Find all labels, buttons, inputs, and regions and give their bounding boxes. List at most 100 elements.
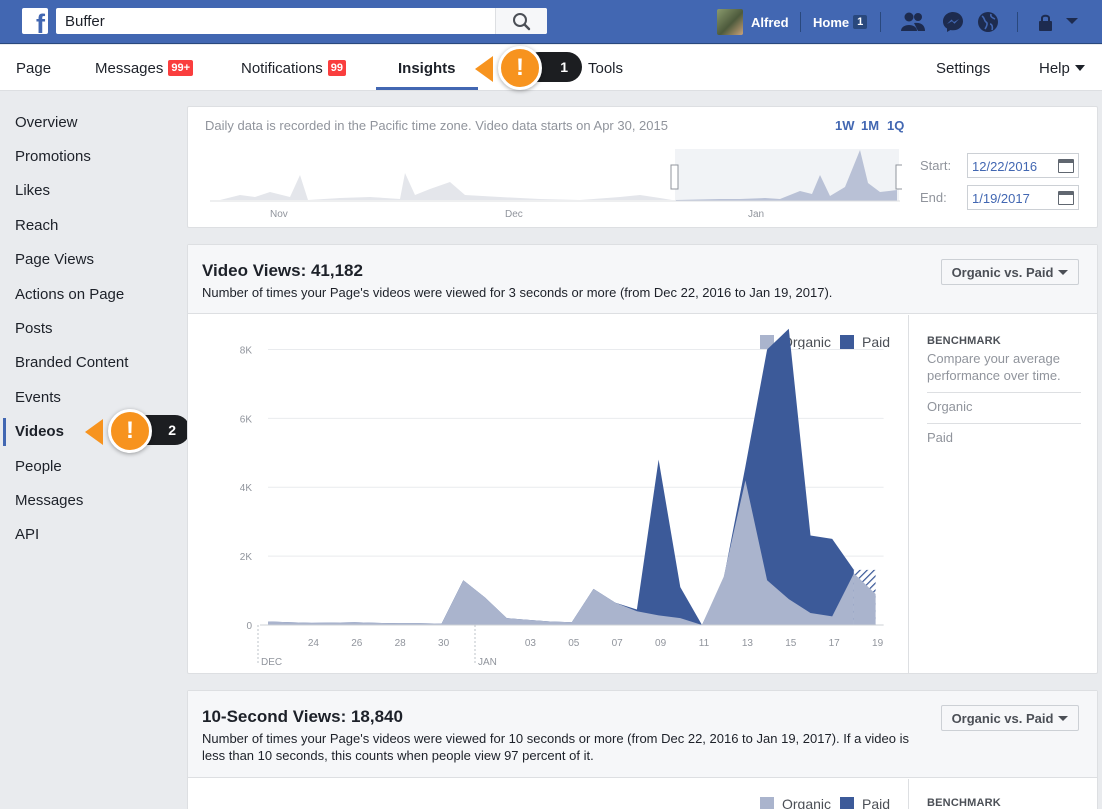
callout-2-pointer bbox=[85, 419, 103, 445]
timeline-handle-left bbox=[671, 165, 678, 189]
messenger-icon[interactable] bbox=[941, 10, 965, 34]
benchmark-description: Compare your average performance over ti… bbox=[927, 350, 1077, 384]
callout-1-alert-icon: ! bbox=[498, 46, 542, 90]
sidebar-item-messages[interactable]: Messages bbox=[0, 483, 180, 517]
y-tick-label: 4K bbox=[240, 483, 253, 494]
benchmark-paid-option[interactable]: Paid bbox=[927, 430, 953, 445]
range-1q-button[interactable]: 1Q bbox=[887, 118, 904, 133]
timeline-month-nov: Nov bbox=[270, 209, 288, 220]
video-views-header: Video Views: 41,182 Number of times your… bbox=[188, 245, 1097, 314]
end-date-input[interactable]: 1/19/2017 bbox=[967, 185, 1079, 210]
sidebar-item-page-views[interactable]: Page Views bbox=[0, 243, 180, 277]
sidebar-item-likes[interactable]: Likes bbox=[0, 174, 180, 208]
organic-vs-paid-dropdown[interactable]: Organic vs. Paid bbox=[941, 705, 1079, 731]
start-date-input[interactable]: 12/22/2016 bbox=[967, 153, 1079, 178]
end-date-label: End: bbox=[920, 190, 947, 205]
profile-link[interactable]: Alfred bbox=[717, 0, 789, 44]
tab-help-label: Help bbox=[1039, 60, 1070, 77]
callout-2-alert-icon: ! bbox=[108, 409, 152, 453]
benchmark-title: BENCHMARK bbox=[927, 797, 1001, 809]
tab-insights[interactable]: Insights bbox=[398, 45, 456, 91]
calendar-icon[interactable] bbox=[1058, 191, 1074, 205]
sidebar-item-overview[interactable]: Overview bbox=[0, 105, 180, 139]
globe-icon[interactable] bbox=[976, 10, 1000, 34]
x-tick-label: 19 bbox=[872, 638, 884, 649]
home-label: Home bbox=[813, 15, 849, 30]
sidebar-item-actions-on-page[interactable]: Actions on Page bbox=[0, 277, 180, 311]
divider bbox=[800, 12, 801, 32]
legend-organic-label: Organic bbox=[782, 796, 831, 809]
tab-help[interactable]: Help bbox=[1039, 45, 1085, 91]
tab-settings[interactable]: Settings bbox=[936, 45, 990, 91]
range-1m-button[interactable]: 1M bbox=[861, 118, 879, 133]
legend-paid[interactable]: Paid bbox=[840, 796, 890, 809]
ten-second-views-header: 10-Second Views: 18,840 Number of times … bbox=[188, 691, 1097, 778]
sidebar-item-reach[interactable]: Reach bbox=[0, 208, 180, 242]
sidebar-item-api[interactable]: API bbox=[0, 518, 180, 552]
home-link[interactable]: Home 1 bbox=[813, 0, 867, 44]
benchmark-organic-option[interactable]: Organic bbox=[927, 399, 973, 414]
x-tick-label: 30 bbox=[438, 638, 450, 649]
video-views-chart[interactable]: 02K4K6K8K24262830030507091113151719DECJA… bbox=[188, 315, 906, 673]
timeline-overview-chart[interactable]: Nov Dec Jan bbox=[200, 145, 902, 221]
timeline-handle-right bbox=[896, 165, 902, 189]
video-views-panel: Video Views: 41,182 Number of times your… bbox=[187, 244, 1098, 674]
sidebar-item-promotions[interactable]: Promotions bbox=[0, 139, 180, 173]
ten-second-views-panel: 10-Second Views: 18,840 Number of times … bbox=[187, 690, 1098, 809]
dropdown-label: Organic vs. Paid bbox=[952, 265, 1054, 280]
x-tick-label: 26 bbox=[351, 638, 363, 649]
divider bbox=[927, 392, 1081, 393]
search-bar[interactable]: Buffer bbox=[56, 8, 547, 34]
ten-second-views-description: Number of times your Page's videos were … bbox=[202, 730, 922, 764]
user-name: Alfred bbox=[751, 15, 789, 30]
organic-vs-paid-dropdown[interactable]: Organic vs. Paid bbox=[941, 259, 1079, 285]
facebook-logo-icon[interactable]: f bbox=[22, 8, 48, 34]
legend-paid-label: Paid bbox=[862, 796, 890, 809]
ten-second-views-title: 10-Second Views: 18,840 bbox=[202, 707, 403, 727]
tab-publishing-tools[interactable]: Tools bbox=[588, 45, 623, 91]
search-button[interactable] bbox=[495, 8, 547, 34]
x-tick-label: 11 bbox=[699, 638, 710, 649]
video-views-description: Number of times your Page's videos were … bbox=[202, 284, 832, 301]
calendar-icon[interactable] bbox=[1058, 159, 1074, 173]
timezone-note: Daily data is recorded in the Pacific ti… bbox=[205, 118, 668, 133]
start-date-value: 12/22/2016 bbox=[972, 159, 1037, 174]
active-tab-indicator bbox=[376, 87, 478, 90]
benchmark-panel: BENCHMARK Compare your average performan… bbox=[908, 315, 1097, 673]
tab-notifications[interactable]: Notifications 99 bbox=[241, 45, 346, 91]
benchmark-title: BENCHMARK bbox=[927, 335, 1001, 347]
x-tick-label: 03 bbox=[525, 638, 537, 649]
home-count-badge: 1 bbox=[853, 15, 867, 29]
x-tick-label: 05 bbox=[568, 638, 580, 649]
range-1w-button[interactable]: 1W bbox=[835, 118, 855, 133]
dropdown-label: Organic vs. Paid bbox=[952, 711, 1054, 726]
callout-2: 2 ! bbox=[82, 415, 192, 451]
legend-paid-swatch bbox=[840, 797, 854, 809]
lock-icon[interactable] bbox=[1036, 12, 1056, 32]
tab-messages[interactable]: Messages 99+ bbox=[95, 45, 193, 91]
divider bbox=[880, 12, 881, 32]
callout-1: 1 ! bbox=[472, 52, 584, 88]
timeline-month-dec: Dec bbox=[505, 209, 523, 220]
chevron-down-icon bbox=[1075, 65, 1085, 71]
tab-page[interactable]: Page bbox=[16, 45, 51, 91]
x-tick-label: 17 bbox=[829, 638, 841, 649]
timeline-area-left bbox=[220, 173, 672, 200]
friends-icon[interactable] bbox=[900, 10, 926, 34]
insights-sidebar: Overview Promotions Likes Reach Page Vie… bbox=[0, 105, 180, 552]
sidebar-item-events[interactable]: Events bbox=[0, 380, 180, 414]
divider bbox=[927, 423, 1081, 424]
sidebar-item-people[interactable]: People bbox=[0, 449, 180, 483]
legend-organic[interactable]: Organic bbox=[760, 796, 831, 809]
sidebar-item-posts[interactable]: Posts bbox=[0, 311, 180, 345]
x-tick-label: 28 bbox=[395, 638, 407, 649]
sidebar-item-branded-content[interactable]: Branded Content bbox=[0, 346, 180, 380]
y-tick-label: 6K bbox=[240, 414, 253, 425]
chevron-down-icon bbox=[1058, 716, 1068, 721]
y-tick-label: 8K bbox=[240, 345, 253, 356]
search-input[interactable]: Buffer bbox=[65, 13, 105, 30]
end-date-value: 1/19/2017 bbox=[972, 191, 1030, 206]
divider bbox=[1017, 12, 1018, 32]
caret-icon[interactable] bbox=[1065, 15, 1079, 27]
notifications-count-badge: 99 bbox=[328, 60, 346, 76]
